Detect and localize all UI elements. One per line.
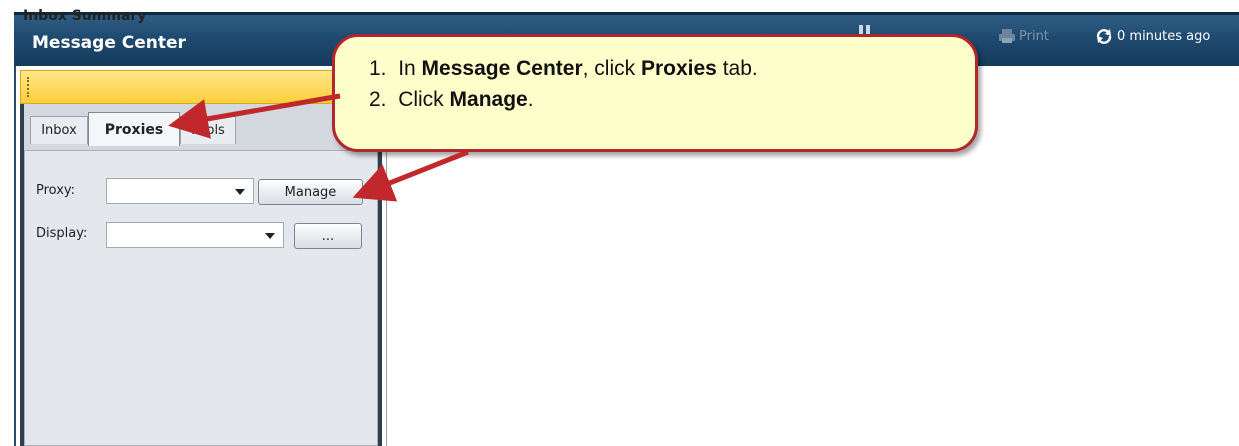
- instruction-step: 1. In Message Center, click Proxies tab.: [369, 57, 758, 80]
- proxy-label: Proxy:: [36, 183, 76, 198]
- instruction-step: 2. Click Manage.: [369, 88, 534, 111]
- display-more-button[interactable]: ...: [294, 223, 362, 249]
- tab-pools[interactable]: Pools: [180, 116, 236, 144]
- refresh-icon: [1096, 29, 1112, 44]
- manage-button[interactable]: Manage: [258, 179, 363, 205]
- refresh-status: 0 minutes ago: [1117, 28, 1211, 44]
- display-select[interactable]: [106, 222, 284, 248]
- inbox-summary-title: Inbox Summary: [23, 8, 147, 24]
- print-label: Print: [1019, 28, 1049, 44]
- drag-grip-icon[interactable]: [27, 77, 31, 97]
- print-button[interactable]: Print: [998, 26, 1049, 46]
- refresh-button[interactable]: 0 minutes ago: [1095, 26, 1210, 46]
- tab-proxies[interactable]: Proxies: [88, 112, 180, 146]
- instruction-steps: 1. In Message Center, click Proxies tab.…: [369, 53, 758, 115]
- chevron-down-icon[interactable]: [265, 233, 275, 239]
- app-title: Message Center: [32, 33, 186, 53]
- instruction-callout: 1. In Message Center, click Proxies tab.…: [332, 34, 978, 152]
- inbox-summary-header[interactable]: [20, 70, 382, 104]
- tab-inbox[interactable]: Inbox: [30, 116, 88, 144]
- display-label: Display:: [36, 226, 88, 241]
- chevron-down-icon[interactable]: [235, 189, 245, 195]
- printer-icon: [999, 29, 1015, 43]
- proxy-select[interactable]: [106, 178, 254, 204]
